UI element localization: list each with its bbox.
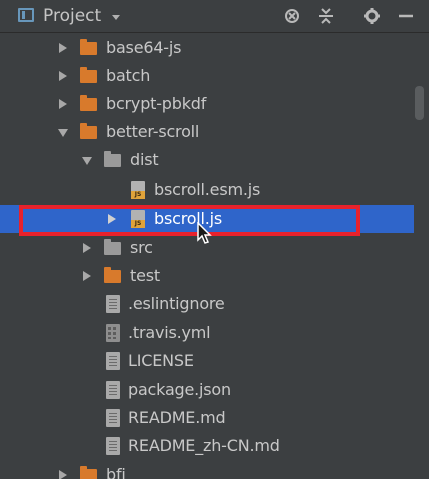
folder-icon: [104, 151, 121, 167]
tree-row-better-scroll[interactable]: better-scroll: [0, 118, 414, 146]
expand-arrow-icon[interactable]: [59, 71, 67, 81]
tree-item-label: better-scroll: [106, 122, 200, 141]
tree-row-license[interactable]: LICENSE: [0, 347, 414, 375]
tree-item-label: package.json: [128, 380, 231, 399]
expand-arrow-icon[interactable]: [59, 99, 67, 109]
tree-item-label: batch: [106, 66, 151, 85]
tree-row-bfj[interactable]: bfj: [0, 461, 414, 479]
tree-row-eslintignore[interactable]: .eslintignore: [0, 290, 414, 318]
vertical-scrollbar-thumb[interactable]: [415, 86, 424, 120]
folder-icon: [80, 466, 97, 479]
tree-item-label: README.md: [128, 408, 226, 427]
text-file-icon: [106, 352, 120, 370]
highlight-annotation-box: [19, 205, 360, 236]
folder-icon: [80, 123, 97, 139]
tree-row-readme-md[interactable]: README.md: [0, 404, 414, 432]
tree-row-test[interactable]: test: [0, 262, 414, 290]
tree-row-dist[interactable]: dist: [0, 146, 414, 174]
tree-row-bscroll-esm-js[interactable]: bscroll.esm.js: [0, 176, 414, 204]
markdown-file-icon: [106, 437, 120, 455]
settings-gear-icon[interactable]: [363, 7, 381, 25]
collapse-arrow-icon[interactable]: [58, 129, 68, 137]
tree-row-batch[interactable]: batch: [0, 62, 414, 90]
tree-row-travis-yml[interactable]: .travis.yml: [0, 319, 414, 347]
text-file-icon: [106, 295, 120, 313]
expand-arrow-icon[interactable]: [59, 43, 67, 53]
tree-item-label: .travis.yml: [128, 323, 211, 342]
collapse-all-icon[interactable]: [317, 7, 335, 25]
yml-file-icon: [106, 324, 120, 342]
expand-arrow-icon[interactable]: [59, 470, 67, 479]
locate-target-icon[interactable]: [283, 7, 301, 25]
tree-item-label: test: [130, 266, 160, 285]
tree-item-label: bcrypt-pbkdf: [106, 94, 207, 113]
chevron-down-icon[interactable]: [112, 15, 120, 20]
tree-item-label: base64-js: [106, 38, 182, 57]
project-view-icon: [18, 8, 34, 22]
project-tool-window: Project base64-js batch bcrypt-pbkdf bet…: [0, 0, 429, 479]
tree-row-bcrypt-pbkdf[interactable]: bcrypt-pbkdf: [0, 90, 414, 118]
tree-item-label: .eslintignore: [128, 294, 225, 313]
tree-row-package-json[interactable]: package.json: [0, 376, 414, 404]
project-panel-header: Project: [0, 0, 429, 33]
json-file-icon: [106, 381, 120, 399]
tree-item-label: src: [130, 238, 153, 257]
tree-item-label: dist: [130, 150, 159, 169]
project-view-title[interactable]: Project: [43, 6, 101, 26]
folder-icon: [80, 39, 97, 55]
markdown-file-icon: [106, 409, 120, 427]
folder-icon: [80, 67, 97, 83]
folder-icon: [104, 239, 121, 255]
tree-row-base64-js[interactable]: base64-js: [0, 34, 414, 62]
tree-item-label: bfj: [106, 465, 126, 479]
expand-arrow-icon[interactable]: [83, 243, 91, 253]
expand-arrow-icon[interactable]: [83, 271, 91, 281]
js-file-icon: [131, 181, 145, 199]
tree-item-label: bscroll.esm.js: [154, 180, 261, 199]
tree-item-label: README_zh-CN.md: [128, 436, 280, 455]
collapse-arrow-icon[interactable]: [82, 157, 92, 165]
tree-item-label: LICENSE: [128, 351, 194, 370]
folder-icon: [104, 267, 121, 283]
folder-icon: [80, 95, 97, 111]
tree-row-readme-zh-cn-md[interactable]: README_zh-CN.md: [0, 432, 414, 460]
hide-panel-icon[interactable]: [397, 7, 415, 25]
mouse-pointer-icon: [197, 222, 212, 244]
